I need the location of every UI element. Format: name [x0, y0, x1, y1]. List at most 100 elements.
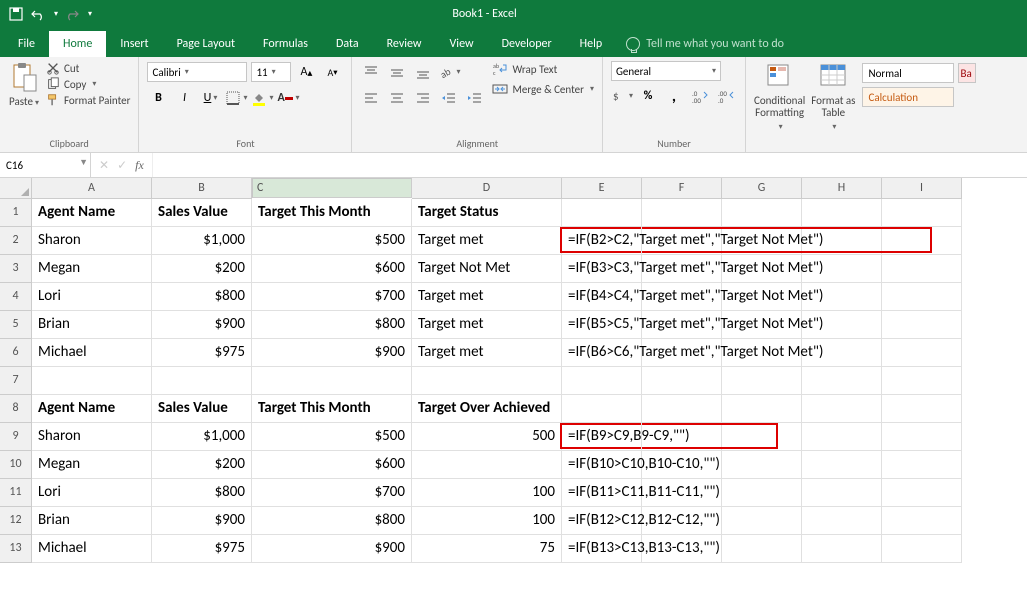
name-box-dropdown-icon[interactable]: ▼	[79, 157, 88, 168]
save-icon[interactable]	[8, 6, 24, 22]
merge-center-button[interactable]: Merge & Center▾	[492, 81, 594, 97]
cell-I9[interactable]	[882, 423, 962, 451]
align-center-icon[interactable]	[386, 87, 408, 109]
cell-E9[interactable]: =IF(B9>C9,B9-C9,"")	[562, 423, 642, 451]
row-header-11[interactable]: 11	[0, 479, 32, 507]
cell-G8[interactable]	[722, 395, 802, 423]
increase-indent-icon[interactable]	[464, 87, 486, 109]
enter-icon[interactable]: ✓	[117, 158, 127, 173]
redo-icon[interactable]	[64, 6, 80, 22]
cell-D6[interactable]: Target met	[412, 339, 562, 367]
cell-D4[interactable]: Target met	[412, 283, 562, 311]
cell-I7[interactable]	[882, 367, 962, 395]
cell-G10[interactable]	[722, 451, 802, 479]
cell-G13[interactable]	[722, 535, 802, 563]
cell-F1[interactable]	[642, 199, 722, 227]
align-bottom-icon[interactable]	[412, 61, 434, 83]
tell-me[interactable]: Tell me what you want to do	[616, 31, 794, 57]
cell-E5[interactable]: =IF(B5>C5,"Target met","Target Not Met")	[562, 311, 642, 339]
cell-E8[interactable]	[562, 395, 642, 423]
style-bad[interactable]: Ba	[958, 63, 976, 83]
tab-page-layout[interactable]: Page Layout	[163, 31, 249, 57]
cell-E11[interactable]: =IF(B11>C11,B11-C11,"")	[562, 479, 642, 507]
cell-I12[interactable]	[882, 507, 962, 535]
cell-A4[interactable]: Lori	[32, 283, 152, 311]
tab-file[interactable]: File	[4, 31, 49, 57]
cell-I8[interactable]	[882, 395, 962, 423]
cancel-icon[interactable]: ✕	[99, 158, 109, 173]
tab-developer[interactable]: Developer	[488, 31, 566, 57]
tab-view[interactable]: View	[436, 31, 488, 57]
cell-I5[interactable]	[882, 311, 962, 339]
cell-D9[interactable]: 500	[412, 423, 562, 451]
cut-button[interactable]: Cut	[46, 61, 130, 75]
column-header-C[interactable]: C	[252, 178, 412, 198]
row-header-12[interactable]: 12	[0, 507, 32, 535]
style-normal[interactable]: Normal	[862, 63, 954, 83]
align-right-icon[interactable]	[412, 87, 434, 109]
cell-D11[interactable]: 100	[412, 479, 562, 507]
cell-I1[interactable]	[882, 199, 962, 227]
cell-I2[interactable]	[882, 227, 962, 255]
cell-B5[interactable]: $900	[152, 311, 252, 339]
paste-button[interactable]: Paste▾	[8, 61, 40, 108]
cell-A10[interactable]: Megan	[32, 451, 152, 479]
align-middle-icon[interactable]	[386, 61, 408, 83]
cell-D3[interactable]: Target Not Met	[412, 255, 562, 283]
cell-A6[interactable]: Michael	[32, 339, 152, 367]
font-size-select[interactable]: 11▾	[251, 62, 291, 82]
number-format-select[interactable]: General▾	[611, 61, 721, 81]
row-header-1[interactable]: 1	[0, 199, 32, 227]
cell-H9[interactable]	[802, 423, 882, 451]
name-box[interactable]: C16▼	[0, 153, 91, 177]
cell-C9[interactable]: $500	[252, 423, 412, 451]
cell-B10[interactable]: $200	[152, 451, 252, 479]
cell-H1[interactable]	[802, 199, 882, 227]
copy-button[interactable]: Copy▾	[46, 77, 130, 91]
cell-I10[interactable]	[882, 451, 962, 479]
bold-icon[interactable]: B	[147, 87, 169, 109]
cell-A2[interactable]: Sharon	[32, 227, 152, 255]
align-top-icon[interactable]	[360, 61, 382, 83]
cell-G12[interactable]	[722, 507, 802, 535]
select-all-corner[interactable]	[0, 178, 32, 199]
cell-E2[interactable]: =IF(B2>C2,"Target met","Target Not Met")	[562, 227, 642, 255]
undo-icon[interactable]	[30, 6, 46, 22]
row-header-4[interactable]: 4	[0, 283, 32, 311]
accounting-format-icon[interactable]: $▾	[611, 85, 633, 107]
cell-E13[interactable]: =IF(B13>C13,B13-C13,"")	[562, 535, 642, 563]
cell-H13[interactable]	[802, 535, 882, 563]
tab-data[interactable]: Data	[322, 31, 373, 57]
cell-C3[interactable]: $600	[252, 255, 412, 283]
cell-A11[interactable]: Lori	[32, 479, 152, 507]
decrease-indent-icon[interactable]	[438, 87, 460, 109]
cell-B1[interactable]: Sales Value	[152, 199, 252, 227]
percent-format-icon[interactable]: %	[637, 85, 659, 107]
cell-D8[interactable]: Target Over Achieved	[412, 395, 562, 423]
cell-B6[interactable]: $975	[152, 339, 252, 367]
tab-help[interactable]: Help	[566, 31, 617, 57]
cell-B13[interactable]: $975	[152, 535, 252, 563]
cell-C7[interactable]	[252, 367, 412, 395]
row-header-13[interactable]: 13	[0, 535, 32, 563]
cell-C12[interactable]: $800	[252, 507, 412, 535]
column-header-B[interactable]: B	[152, 178, 252, 199]
fill-color-icon[interactable]: ▾	[251, 87, 273, 109]
cell-H11[interactable]	[802, 479, 882, 507]
italic-icon[interactable]: I	[173, 87, 195, 109]
style-calculation[interactable]: Calculation	[862, 87, 954, 107]
row-header-5[interactable]: 5	[0, 311, 32, 339]
cell-G11[interactable]	[722, 479, 802, 507]
column-header-D[interactable]: D	[412, 178, 562, 199]
cell-C6[interactable]: $900	[252, 339, 412, 367]
cell-C10[interactable]: $600	[252, 451, 412, 479]
format-painter-button[interactable]: Format Painter	[46, 93, 130, 107]
cell-A9[interactable]: Sharon	[32, 423, 152, 451]
column-header-I[interactable]: I	[882, 178, 962, 199]
cell-B12[interactable]: $900	[152, 507, 252, 535]
cell-A8[interactable]: Agent Name	[32, 395, 152, 423]
cell-G7[interactable]	[722, 367, 802, 395]
cell-H8[interactable]	[802, 395, 882, 423]
cell-E3[interactable]: =IF(B3>C3,"Target met","Target Not Met")	[562, 255, 642, 283]
cell-E7[interactable]	[562, 367, 642, 395]
